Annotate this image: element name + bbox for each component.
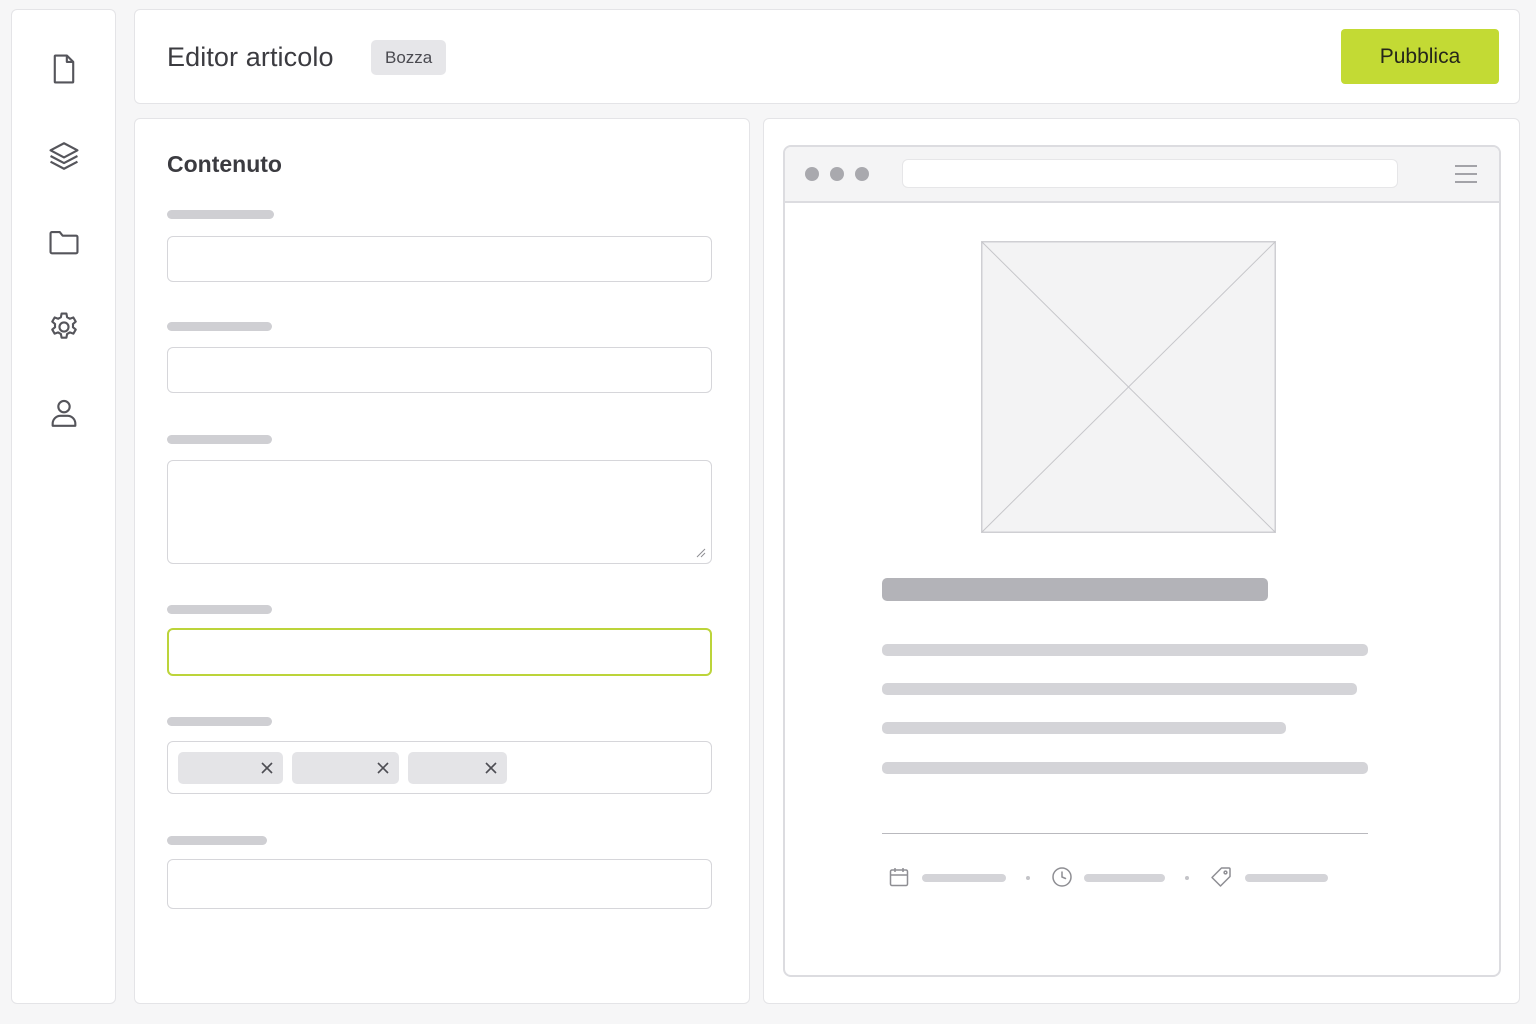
read-time-skeleton (1084, 874, 1165, 882)
window-dot (805, 167, 819, 181)
text-field-1[interactable] (167, 236, 712, 282)
file-icon (53, 54, 75, 84)
close-icon (485, 762, 497, 774)
sidebar-item-documents[interactable] (45, 50, 83, 88)
text-line-skeleton (882, 683, 1357, 695)
image-placeholder-icon (981, 241, 1276, 533)
field-label-5 (167, 717, 272, 726)
tag-chip-3 (408, 752, 507, 784)
page-title: Editor articolo (167, 42, 334, 72)
tag-remove-button-1[interactable] (259, 760, 275, 776)
publish-button[interactable]: Pubblica (1341, 29, 1499, 84)
browser-preview-frame (783, 145, 1501, 977)
hamburger-menu-icon[interactable] (1453, 162, 1479, 186)
browser-toolbar (785, 147, 1499, 203)
field-label-1 (167, 210, 274, 219)
field-label-3 (167, 435, 272, 444)
tag-chip-2 (292, 752, 399, 784)
window-dot (830, 167, 844, 181)
close-icon (377, 762, 389, 774)
gear-icon (51, 312, 77, 339)
tag-remove-button-3[interactable] (483, 760, 499, 776)
text-line-skeleton (882, 722, 1286, 734)
tag-icon (1211, 867, 1231, 887)
date-skeleton (922, 874, 1006, 882)
textarea-field[interactable] (167, 460, 712, 564)
text-line-skeleton (882, 644, 1368, 656)
user-icon (51, 399, 77, 427)
field-label-6 (167, 836, 267, 845)
preview-panel (763, 118, 1520, 1004)
resize-handle-icon[interactable] (696, 548, 706, 558)
tags-input[interactable] (167, 741, 712, 794)
sidebar-item-profile[interactable] (45, 394, 83, 432)
calendar-icon (889, 868, 909, 887)
address-bar[interactable] (902, 159, 1398, 188)
header: Editor articolo Bozza Pubblica (134, 9, 1520, 104)
content-form-panel: Contenuto (134, 118, 750, 1004)
field-label-2 (167, 322, 272, 331)
sidebar (11, 9, 116, 1004)
sidebar-item-settings[interactable] (45, 308, 83, 346)
form-title: Contenuto (167, 151, 282, 177)
article-title-skeleton (882, 578, 1268, 601)
folder-icon (49, 231, 79, 255)
field-label-4 (167, 605, 272, 614)
divider (882, 833, 1368, 834)
separator-dot (1185, 876, 1189, 880)
tag-remove-button-2[interactable] (375, 760, 391, 776)
close-icon (261, 762, 273, 774)
window-dot (855, 167, 869, 181)
text-line-skeleton (882, 762, 1368, 774)
separator-dot (1026, 876, 1030, 880)
sidebar-item-layers[interactable] (45, 137, 83, 175)
status-badge: Bozza (371, 40, 447, 75)
sidebar-item-folders[interactable] (45, 223, 83, 261)
text-field-2[interactable] (167, 347, 712, 393)
layers-icon (49, 142, 79, 170)
category-skeleton (1245, 874, 1328, 882)
text-field-6[interactable] (167, 859, 712, 909)
tag-chip-1 (178, 752, 283, 784)
focused-text-field[interactable] (167, 628, 712, 676)
clock-icon (1052, 867, 1072, 887)
